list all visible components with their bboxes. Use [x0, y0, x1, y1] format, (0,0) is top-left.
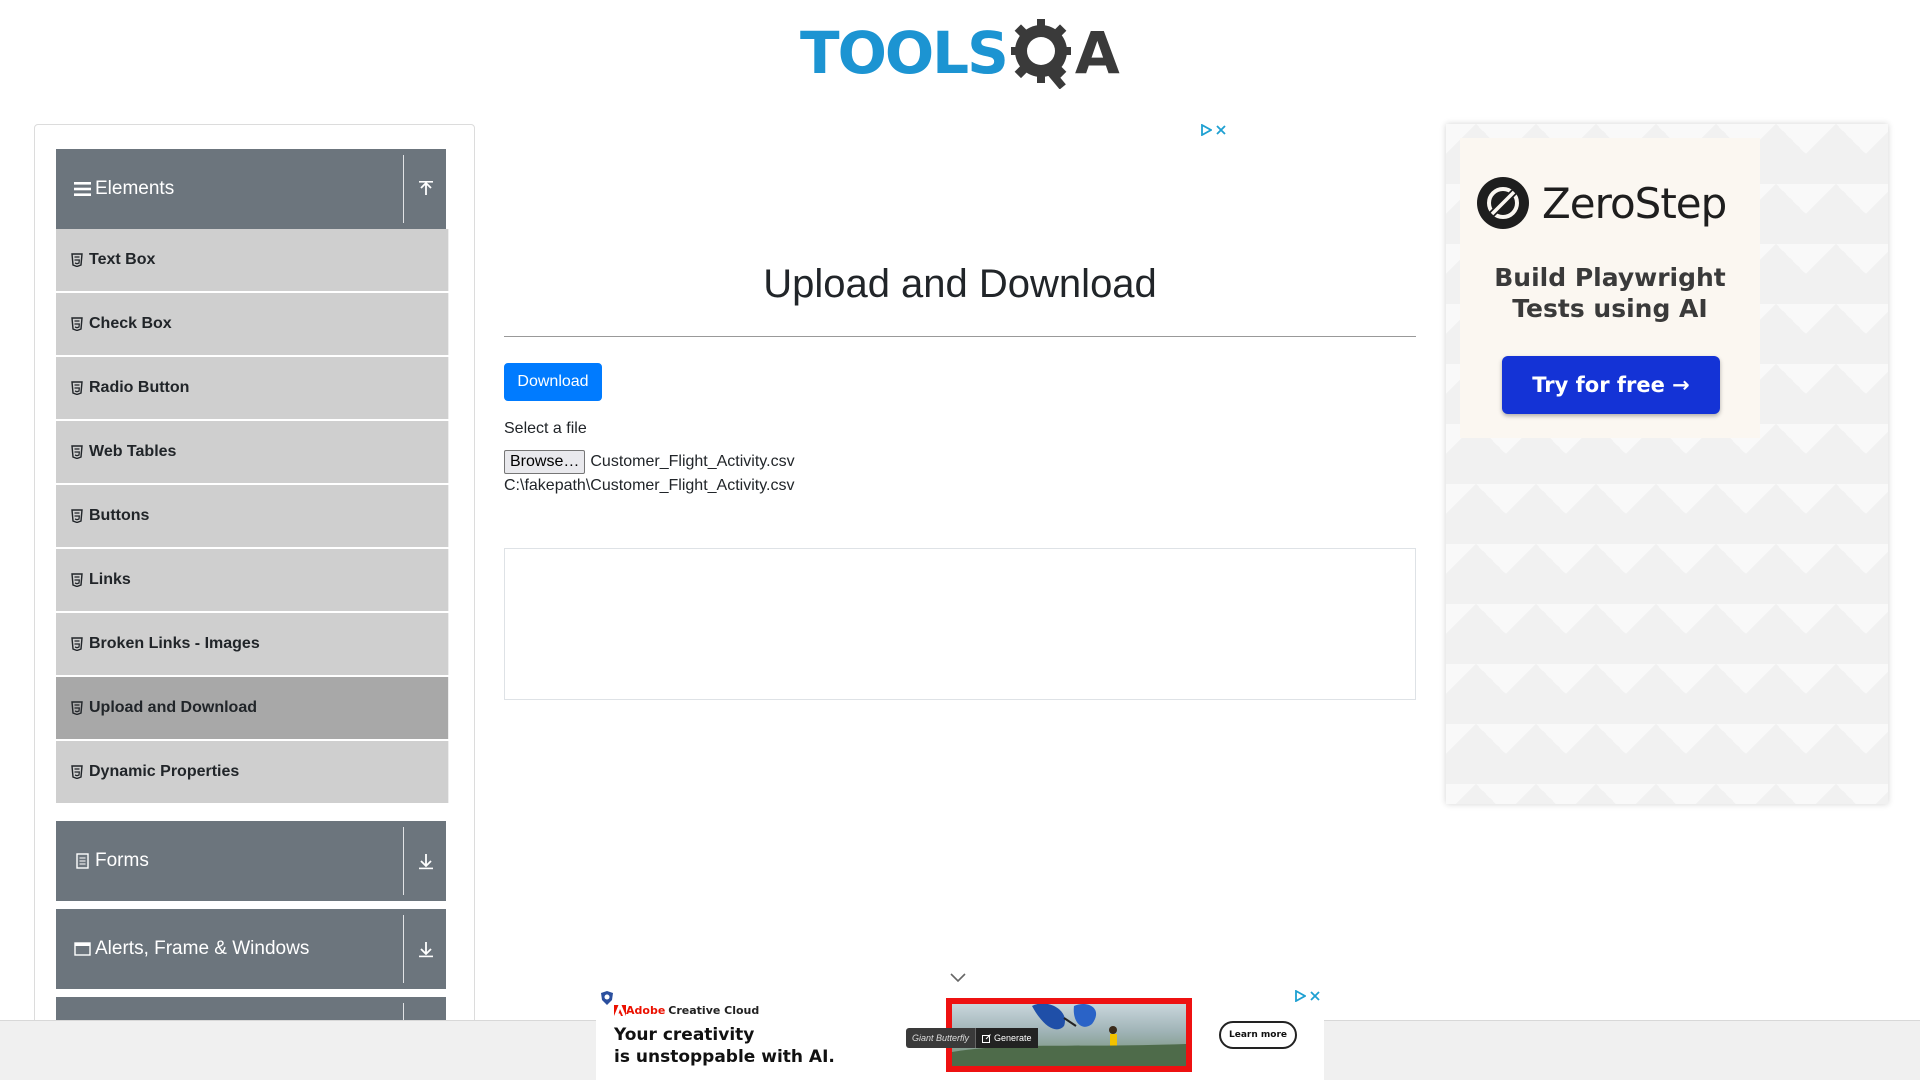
selected-file-name: Customer_Flight_Activity.csv	[590, 453, 795, 470]
adobe-brand: Adobe Creative Cloud	[614, 1004, 759, 1017]
sidebar-item-radio-button[interactable]: Radio Button	[56, 357, 449, 419]
logo-a-text: A	[1074, 19, 1120, 87]
tagline-line-2: Tests using AI	[1512, 294, 1708, 323]
group-title: Elements	[95, 178, 175, 199]
generate-icon	[982, 1033, 991, 1043]
title-divider	[504, 336, 1416, 337]
close-icon[interactable]	[1216, 125, 1226, 135]
download-button[interactable]: Download	[504, 363, 602, 401]
sidebar-item-web-tables[interactable]: Web Tables	[56, 421, 449, 483]
sidebar-item-label: Dynamic Properties	[89, 763, 240, 780]
html5-icon	[71, 445, 83, 459]
expand-arrow-icon[interactable]	[414, 937, 438, 961]
sidebar-item-label: Web Tables	[89, 443, 177, 460]
headline-line-1: Your creativity	[614, 1025, 755, 1045]
logo-qa-mark: A	[1009, 17, 1120, 89]
html5-icon	[71, 509, 83, 523]
sidebar: Elements Text Box Check Box Radio Button…	[34, 124, 475, 1080]
html5-icon	[71, 701, 83, 715]
adobe-logo-icon	[614, 1005, 626, 1016]
form-icon	[73, 852, 91, 870]
sidebar-item-label: Buttons	[89, 507, 150, 524]
gear-magnifier-icon	[1010, 19, 1071, 89]
sidebar-item-broken-links[interactable]: Broken Links - Images	[56, 613, 449, 675]
toolsqa-logo[interactable]: TOOLS A	[800, 14, 1120, 92]
prompt-chip: Giant Butterfly Generate	[906, 1028, 1038, 1048]
html5-icon	[71, 765, 83, 779]
bottom-ad-controls[interactable]	[1294, 990, 1320, 1002]
try-for-free-button[interactable]: Try for free →	[1502, 356, 1720, 414]
sidebar-item-label: Broken Links - Images	[89, 635, 260, 652]
group-header-elements[interactable]: Elements	[56, 149, 446, 229]
html5-icon	[71, 573, 83, 587]
sidebar-item-check-box[interactable]: Check Box	[56, 293, 449, 355]
zerostep-brand: ZeroStep	[1476, 176, 1727, 230]
logo-tools-text: TOOLS	[800, 19, 1009, 87]
group-divider	[403, 827, 404, 895]
sidebar-item-links[interactable]: Links	[56, 549, 449, 611]
html5-icon	[71, 253, 83, 267]
zerostep-logo-icon	[1477, 177, 1529, 229]
right-ad-banner[interactable]: ZeroStep Build Playwright Tests using AI…	[1446, 124, 1888, 804]
ad-choices[interactable]	[1200, 124, 1226, 136]
prompt-text: Giant Butterfly	[912, 1033, 970, 1043]
sidebar-item-dynamic-properties[interactable]: Dynamic Properties	[56, 741, 449, 803]
html5-icon	[71, 381, 83, 395]
sidebar-item-label: Radio Button	[89, 379, 190, 396]
collapse-arrow-icon[interactable]	[414, 177, 438, 201]
bottom-ad-headline: Your creativity is unstoppable with AI.	[614, 1024, 844, 1068]
page-title: Upload and Download	[763, 262, 1157, 306]
sidebar-item-label: Links	[89, 571, 131, 588]
headline-line-2: is unstoppable with AI.	[614, 1047, 835, 1067]
generate-label: Generate	[994, 1033, 1032, 1043]
bottom-ad-banner[interactable]: Adobe Creative Cloud Your creativity is …	[596, 984, 1324, 1080]
group-header-alerts[interactable]: Alerts, Frame & Windows	[56, 909, 446, 989]
sidebar-item-text-box[interactable]: Text Box	[56, 229, 449, 291]
ad-placeholder-box	[504, 548, 1416, 700]
select-file-label: Select a file	[504, 420, 587, 437]
browse-button[interactable]: Browse…	[504, 450, 586, 474]
hamburger-icon	[73, 180, 91, 198]
ad-choices-icon[interactable]	[1200, 124, 1212, 136]
close-icon[interactable]	[1310, 991, 1320, 1001]
file-input[interactable]: Browse… Customer_Flight_Activity.csv	[504, 450, 795, 474]
group-divider	[403, 915, 404, 983]
expand-arrow-icon[interactable]	[414, 849, 438, 873]
group-header-forms[interactable]: Forms	[56, 821, 446, 901]
zerostep-tagline: Build Playwright Tests using AI	[1460, 262, 1760, 324]
zerostep-name: ZeroStep	[1542, 178, 1727, 228]
group-title: Alerts, Frame & Windows	[95, 938, 310, 959]
uploaded-file-path: C:\fakepath\Customer_Flight_Activity.csv	[504, 477, 795, 494]
sidebar-item-buttons[interactable]: Buttons	[56, 485, 449, 547]
sidebar-item-upload-download[interactable]: Upload and Download	[56, 677, 449, 739]
sidebar-item-label: Text Box	[89, 251, 156, 268]
html5-icon	[71, 637, 83, 651]
sidebar-item-label: Check Box	[89, 315, 172, 332]
sidebar-item-label: Upload and Download	[89, 699, 257, 716]
adobe-label: Adobe	[626, 1004, 666, 1017]
window-icon	[73, 940, 91, 958]
generate-label-wrap: Generate	[975, 1028, 1038, 1048]
learn-more-button[interactable]: Learn more	[1219, 1021, 1297, 1049]
shield-icon	[601, 991, 613, 1005]
zerostep-ad-card[interactable]: ZeroStep Build Playwright Tests using AI…	[1460, 138, 1760, 438]
elements-menu-list: Text Box Check Box Radio Button Web Tabl…	[56, 229, 449, 805]
group-divider	[403, 155, 404, 223]
tagline-line-1: Build Playwright	[1494, 263, 1726, 292]
creative-cloud-label: Creative Cloud	[668, 1004, 760, 1017]
ad-choices-icon[interactable]	[1294, 990, 1306, 1002]
html5-icon	[71, 317, 83, 331]
group-title: Forms	[95, 850, 149, 871]
